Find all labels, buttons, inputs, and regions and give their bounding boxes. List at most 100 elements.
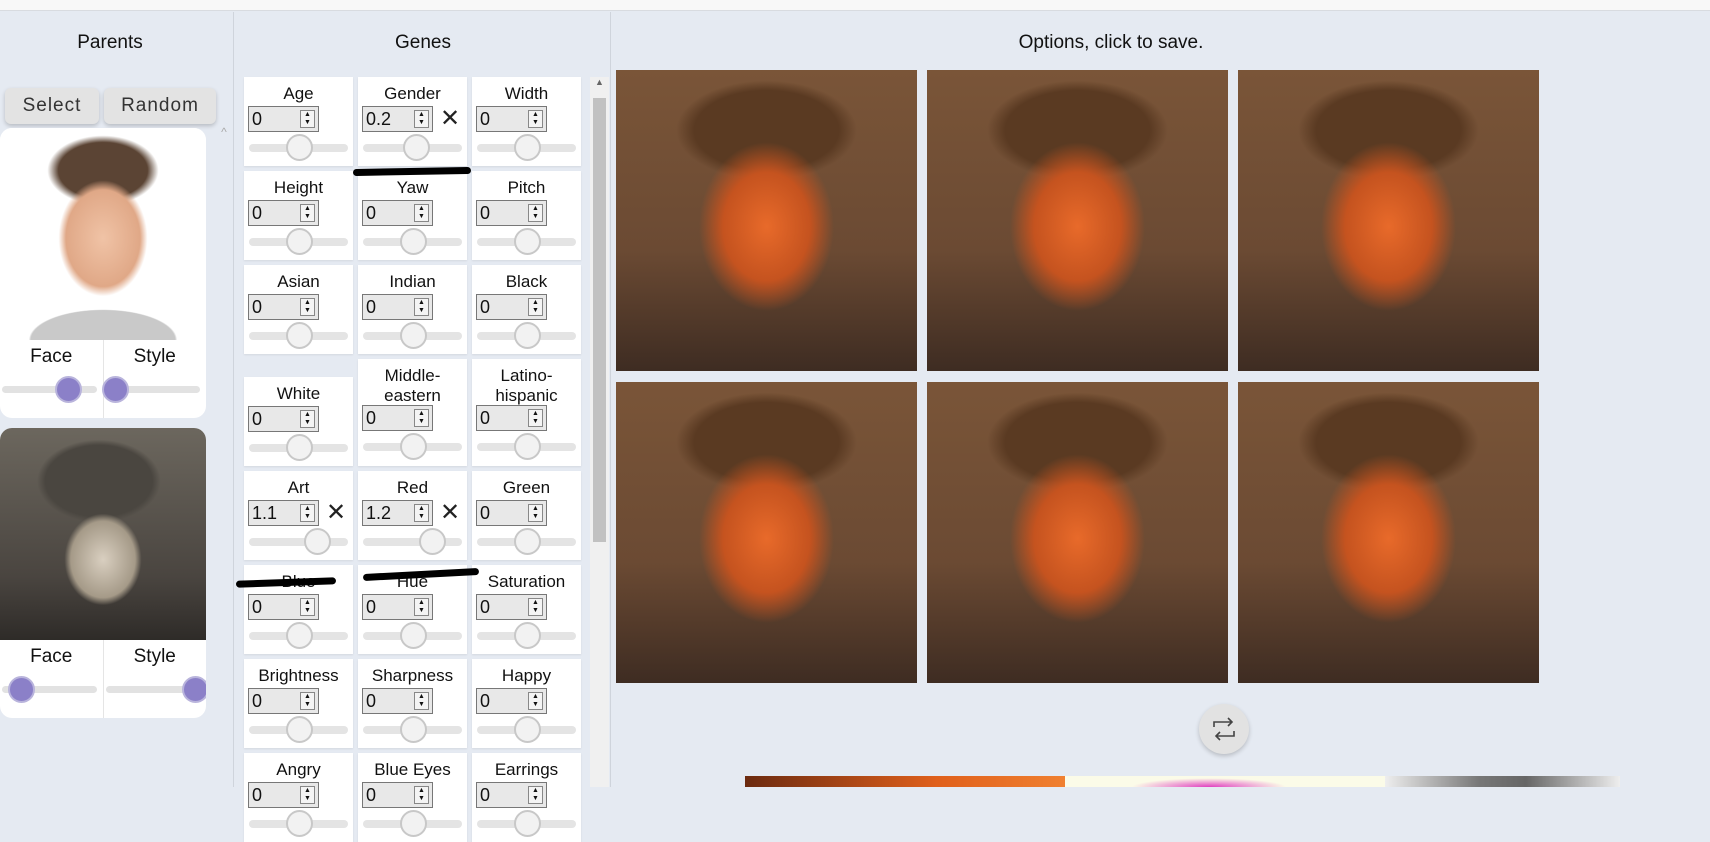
gene-slider[interactable] [249,322,348,349]
slider-knob[interactable] [55,376,83,403]
history-image[interactable] [1065,776,1385,787]
gene-slider[interactable] [249,810,348,837]
slider-knob[interactable] [285,810,313,837]
slider-knob[interactable] [285,622,313,649]
option-image[interactable] [1238,382,1539,683]
gene-value-input[interactable]: 0 ▲ ▼ [248,782,319,808]
parent-image[interactable] [0,128,206,340]
spinner-icon[interactable]: ▲ ▼ [414,110,429,128]
spinner-icon[interactable]: ▲ ▼ [300,692,315,710]
gene-slider[interactable] [363,622,462,649]
gene-value-input[interactable]: 1.2 ▲ ▼ [362,500,433,526]
gene-value-input[interactable]: 0 ▲ ▼ [362,294,433,320]
spinner-icon[interactable]: ▲ ▼ [300,410,315,428]
gene-slider[interactable] [363,228,462,255]
slider-knob[interactable] [513,322,541,349]
close-icon[interactable]: ✕ [440,500,460,526]
parent-image[interactable] [0,428,206,640]
gene-value-input[interactable]: 0 ▲ ▼ [362,782,433,808]
scroll-up-icon[interactable]: ▲ [590,77,609,87]
slider-knob[interactable] [101,376,129,403]
spinner-icon[interactable]: ▲ ▼ [528,504,543,522]
slider-knob[interactable] [399,810,427,837]
spinner-icon[interactable]: ▲ ▼ [300,298,315,316]
slider-knob[interactable] [399,322,427,349]
gene-slider[interactable] [363,322,462,349]
spinner-icon[interactable]: ▲ ▼ [528,298,543,316]
gene-value-input[interactable]: 0 ▲ ▼ [476,405,547,431]
select-button[interactable]: Select [5,88,99,124]
gene-value-input[interactable]: 0 ▲ ▼ [248,594,319,620]
scrollbar-thumb[interactable] [593,98,606,542]
slider-knob[interactable] [285,134,313,161]
slider-knob[interactable] [303,528,331,555]
gene-slider[interactable] [363,134,462,161]
gene-slider[interactable] [477,528,576,555]
slider-knob[interactable] [399,622,427,649]
refresh-button[interactable] [1199,704,1249,754]
slider-knob[interactable] [513,622,541,649]
gene-value-input[interactable]: 0 ▲ ▼ [476,688,547,714]
spinner-icon[interactable]: ▲ ▼ [528,692,543,710]
spinner-icon[interactable]: ▲ ▼ [528,409,543,427]
style-slider[interactable] [105,676,206,703]
gene-value-input[interactable]: 0.2 ▲ ▼ [362,106,433,132]
gene-value-input[interactable]: 0 ▲ ▼ [476,782,547,808]
slider-knob[interactable] [513,810,541,837]
slider-knob[interactable] [513,134,541,161]
slider-knob[interactable] [399,228,427,255]
gene-slider[interactable] [477,622,576,649]
history-image[interactable] [745,776,1065,787]
gene-slider[interactable] [249,716,348,743]
face-slider[interactable] [2,676,97,703]
gene-value-input[interactable]: 0 ▲ ▼ [362,688,433,714]
gene-slider[interactable] [363,433,462,460]
history-image[interactable] [1385,776,1620,787]
spinner-icon[interactable]: ▲ ▼ [414,409,429,427]
option-image[interactable] [616,70,917,371]
slider-knob[interactable] [285,322,313,349]
spinner-icon[interactable]: ▲ ▼ [300,110,315,128]
slider-knob[interactable] [399,716,427,743]
spinner-icon[interactable]: ▲ ▼ [300,204,315,222]
gene-value-input[interactable]: 0 ▲ ▼ [248,294,319,320]
slider-knob[interactable] [402,134,430,161]
gene-slider[interactable] [363,810,462,837]
option-image[interactable] [1238,70,1539,371]
spinner-icon[interactable]: ▲ ▼ [300,598,315,616]
slider-knob[interactable] [7,676,35,703]
gene-slider[interactable] [249,528,348,555]
slider-knob[interactable] [513,228,541,255]
spinner-icon[interactable]: ▲ ▼ [528,786,543,804]
spinner-icon[interactable]: ▲ ▼ [414,504,429,522]
gene-value-input[interactable]: 0 ▲ ▼ [248,200,319,226]
face-slider[interactable] [2,376,97,403]
random-button[interactable]: Random [104,88,216,124]
spinner-icon[interactable]: ▲ ▼ [300,504,315,522]
slider-knob[interactable] [513,716,541,743]
spinner-icon[interactable]: ▲ ▼ [414,598,429,616]
gene-slider[interactable] [477,810,576,837]
slider-knob[interactable] [419,528,447,555]
slider-knob[interactable] [285,434,313,461]
spinner-icon[interactable]: ▲ ▼ [528,598,543,616]
parents-scrollbar[interactable]: ^ [216,125,232,785]
spinner-icon[interactable]: ▲ ▼ [528,110,543,128]
slider-knob[interactable] [182,676,206,703]
spinner-icon[interactable]: ▲ ▼ [528,204,543,222]
option-image[interactable] [927,382,1228,683]
slider-knob[interactable] [285,716,313,743]
gene-slider[interactable] [477,322,576,349]
gene-slider[interactable] [363,528,462,555]
gene-value-input[interactable]: 0 ▲ ▼ [476,294,547,320]
close-icon[interactable]: ✕ [440,106,460,132]
gene-slider[interactable] [477,716,576,743]
slider-knob[interactable] [513,433,541,460]
close-icon[interactable]: ✕ [326,500,346,526]
gene-value-input[interactable]: 0 ▲ ▼ [362,200,433,226]
style-slider[interactable] [101,376,200,403]
gene-value-input[interactable]: 0 ▲ ▼ [476,500,547,526]
spinner-icon[interactable]: ▲ ▼ [414,204,429,222]
gene-slider[interactable] [249,134,348,161]
gene-slider[interactable] [249,434,348,461]
